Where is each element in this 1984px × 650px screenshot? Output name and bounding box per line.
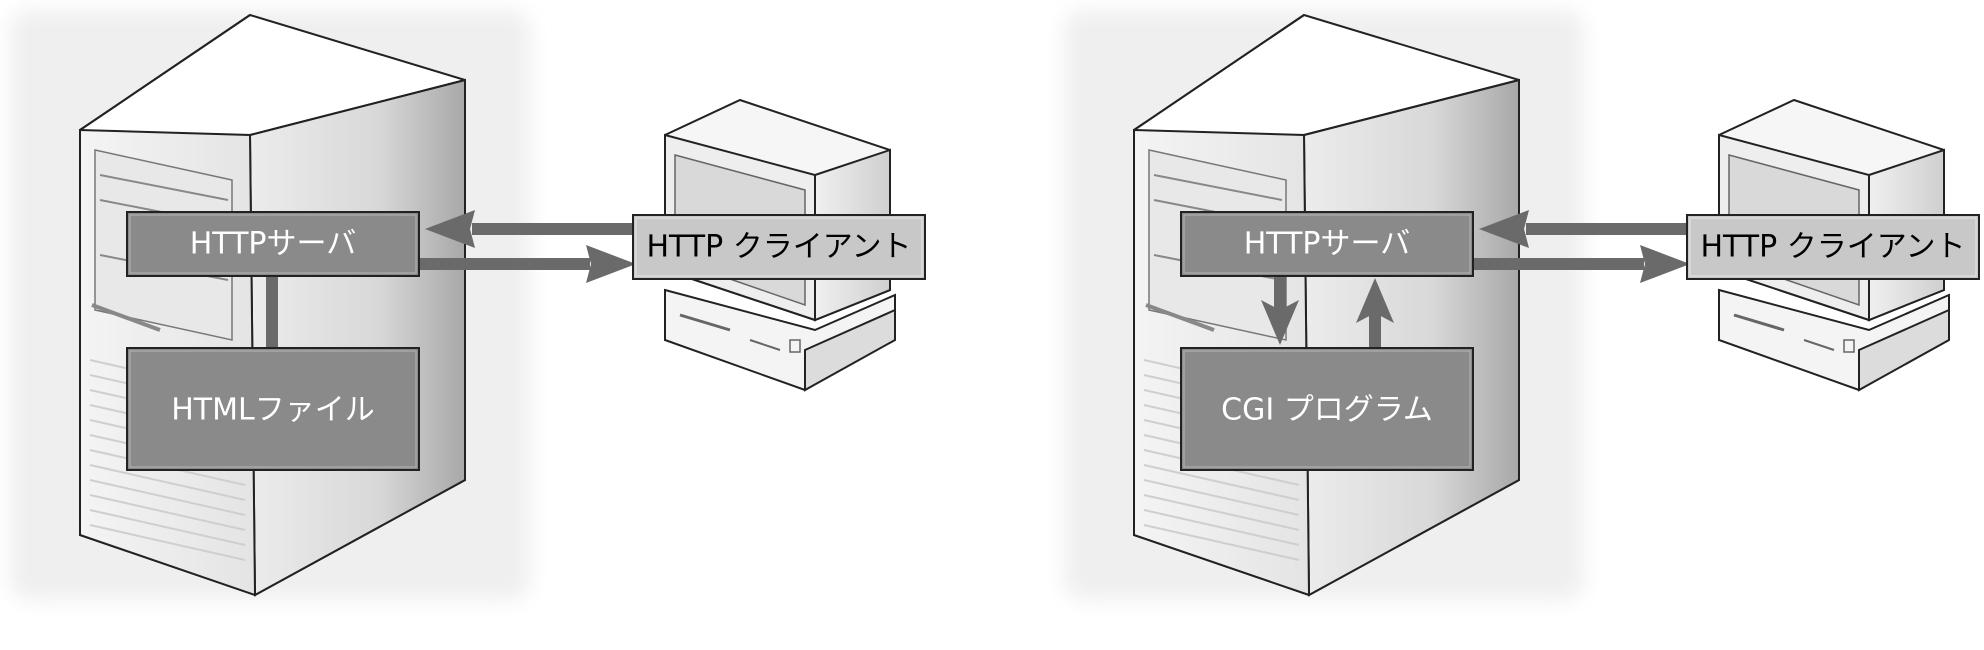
left-scenario: HTTPサーバ HTMLファイル HTTP クライアント: [10, 10, 926, 600]
diagram-canvas: HTTPサーバ HTMLファイル HTTP クライアント HTTPサーバ CGI…: [0, 0, 1984, 650]
right-server-icon: [1133, 13, 1520, 597]
left-connector-line: [266, 275, 278, 350]
right-scenario: HTTPサーバ CGI プログラム HTTP クライアント: [1064, 10, 1980, 600]
left-html-file-label: HTMLファイル: [171, 393, 374, 428]
left-http-server-box: HTTPサーバ: [126, 211, 420, 277]
left-http-client-box: HTTP クライアント: [632, 214, 926, 280]
left-http-server-label: HTTPサーバ: [190, 227, 356, 262]
right-http-client-box: HTTP クライアント: [1686, 214, 1980, 280]
right-cgi-program-label: CGI プログラム: [1221, 393, 1433, 428]
left-http-client-label: HTTP クライアント: [646, 230, 911, 265]
right-http-client-label: HTTP クライアント: [1700, 230, 1965, 265]
right-http-server-label: HTTPサーバ: [1244, 227, 1410, 262]
right-http-server-box: HTTPサーバ: [1180, 211, 1474, 277]
left-html-file-box: HTMLファイル: [126, 347, 420, 471]
right-cgi-program-box: CGI プログラム: [1180, 347, 1474, 471]
